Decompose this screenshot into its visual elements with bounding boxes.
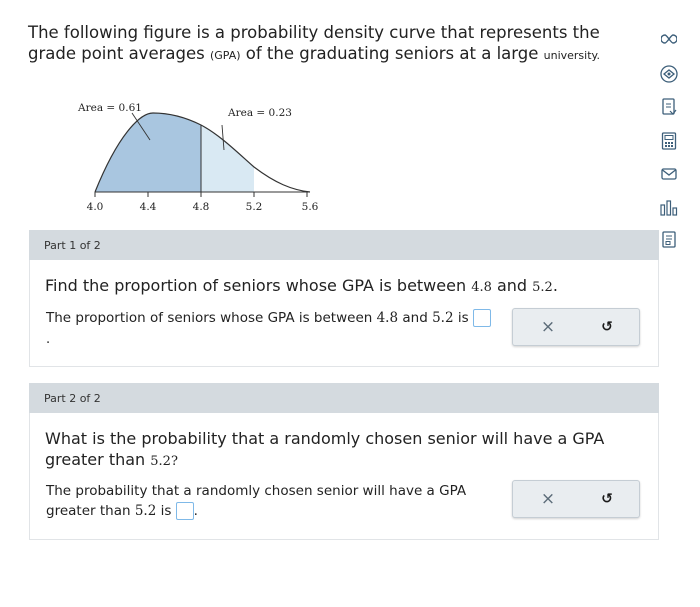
- part2-prompt: The probability that a randomly chosen s…: [46, 483, 467, 520]
- density-curve-svg: Area = 0.61 Area = 0.23 4.0 4.4 4.8 5.2 …: [77, 102, 319, 213]
- tick-label-4-0: 4.0: [87, 201, 104, 213]
- tick-label-4-8: 4.8: [193, 201, 210, 213]
- right-area-label: Area = 0.23: [227, 107, 292, 119]
- part2-question: What is the probability that a randomly …: [45, 429, 605, 469]
- density-curve-figure: Area = 0.61 Area = 0.23 4.0 4.4 4.8 5.2 …: [70, 95, 340, 220]
- clear-icon: ×: [540, 489, 556, 509]
- part1-question: Find the proportion of seniors whose GPA…: [45, 276, 558, 295]
- part2-action-panel: × ↺: [512, 480, 640, 518]
- part2-header-label: Part 2 of 2: [44, 391, 101, 405]
- left-area-region: [95, 113, 201, 192]
- problem-intro: The following figure is a probability de…: [28, 23, 600, 63]
- part1-action-panel: × ↺: [512, 308, 640, 346]
- file-icon[interactable]: [658, 96, 680, 118]
- left-area-label: Area = 0.61: [77, 102, 142, 114]
- undo-icon: ↺: [601, 319, 613, 335]
- part1-header: Part 1 of 2: [29, 230, 659, 260]
- clear-icon: ×: [540, 317, 556, 337]
- tick-label-4-4: 4.4: [140, 201, 157, 213]
- tick-label-5-2: 5.2: [246, 201, 263, 213]
- part1-answer-input[interactable]: [472, 309, 491, 327]
- part2-clear-button[interactable]: ×: [538, 489, 558, 509]
- part2-header: Part 2 of 2: [29, 383, 659, 413]
- tick-label-5-6: 5.6: [302, 201, 319, 213]
- part1-panel: Find the proportion of seniors whose GPA…: [29, 260, 659, 367]
- undo-icon: ↺: [601, 491, 613, 507]
- part2-answer-input[interactable]: [175, 502, 194, 520]
- part1-undo-button[interactable]: ↺: [597, 317, 617, 337]
- eye-icon[interactable]: [658, 63, 680, 85]
- gpa-abbr: (GPA): [209, 49, 241, 62]
- bar-chart-icon[interactable]: [658, 197, 680, 219]
- part2-panel: What is the probability that a randomly …: [29, 413, 659, 540]
- mail-icon[interactable]: [658, 163, 680, 185]
- part1-header-label: Part 1 of 2: [44, 238, 101, 252]
- part1-clear-button[interactable]: ×: [538, 317, 558, 337]
- university-text: university.: [543, 49, 600, 62]
- part1-trailing-dot: .: [46, 332, 51, 347]
- infinity-icon[interactable]: [658, 28, 680, 50]
- calculator-icon[interactable]: [658, 130, 680, 152]
- right-area-region: [201, 125, 254, 192]
- document-icon[interactable]: [658, 229, 680, 251]
- part1-prompt: The proportion of seniors whose GPA is b…: [46, 308, 491, 328]
- part2-undo-button[interactable]: ↺: [597, 489, 617, 509]
